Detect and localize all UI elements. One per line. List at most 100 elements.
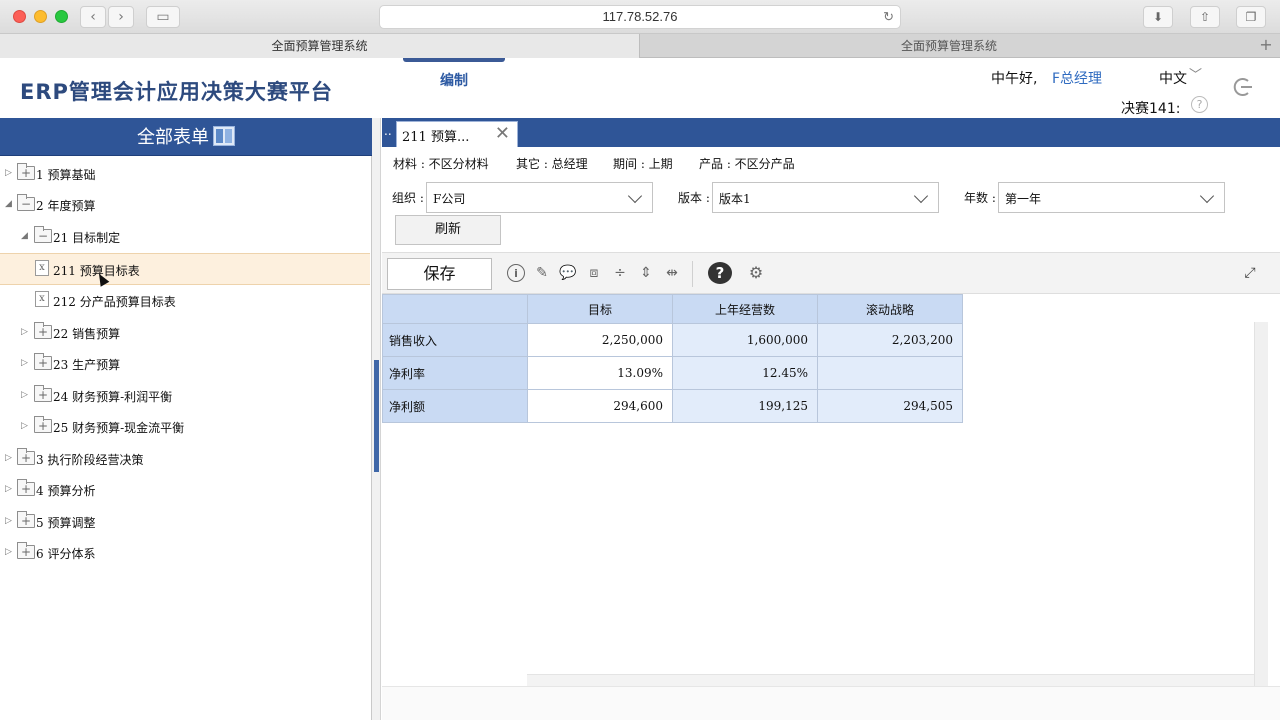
split-rows-icon[interactable]: ÷ <box>610 263 630 283</box>
pencil-icon[interactable]: ✎ <box>532 263 552 283</box>
tree-node-1[interactable]: ▷ + 1 预算基础 <box>0 158 370 190</box>
expand-icon[interactable]: ▷ <box>5 484 15 494</box>
refresh-button[interactable]: 刷新 <box>395 215 501 245</box>
table-cell[interactable] <box>817 356 963 390</box>
table-cell[interactable]: 2,250,000 <box>527 323 673 357</box>
logout-icon[interactable] <box>1232 76 1254 98</box>
tree-node-212[interactable]: x 212 分产品预算目标表 <box>0 285 370 317</box>
table-row: 净利额 294,600 199,125 294,505 <box>382 389 963 423</box>
insert-row-icon[interactable]: ⇕ <box>636 263 656 283</box>
table-cell[interactable]: 199,125 <box>672 389 818 423</box>
fullscreen-icon[interactable]: ⤢ <box>1242 265 1258 281</box>
expand-icon[interactable]: ▷ <box>5 547 15 557</box>
collapse-icon[interactable]: ◢ <box>5 199 15 209</box>
table-cell[interactable]: 1,600,000 <box>672 323 818 357</box>
column-header: 滚动战略 <box>817 294 963 324</box>
tree-node-label: 1 预算基础 <box>36 168 96 182</box>
table-cell[interactable]: 294,505 <box>817 389 963 423</box>
tab-overflow[interactable]: .. <box>384 124 392 138</box>
panel-tab-bar: .. 211 预算... ✕ <box>382 118 1280 147</box>
expand-icon[interactable]: ▷ <box>5 453 15 463</box>
nav-tab-edit[interactable]: 编制 <box>403 58 505 98</box>
comment-icon[interactable]: 💬 <box>558 263 578 283</box>
new-tab-icon[interactable]: + <box>1256 34 1276 56</box>
product-info: 产品 : 不区分产品 <box>699 157 795 171</box>
sidebar-toggle-icon[interactable]: ▭ <box>146 6 180 28</box>
table-cell[interactable]: 2,203,200 <box>817 323 963 357</box>
table-cell[interactable]: 13.09% <box>527 356 673 390</box>
close-icon[interactable]: ✕ <box>495 123 510 144</box>
address-bar[interactable]: 117.78.52.76 ↻ <box>379 5 901 29</box>
browser-tab-strip: 全面预算管理系统 全面预算管理系统 + <box>0 34 1280 58</box>
info-icon[interactable]: i <box>507 264 525 282</box>
insert-column-icon[interactable]: ⇹ <box>662 263 682 283</box>
back-icon[interactable]: ‹ <box>80 6 106 28</box>
share-icon[interactable]: ⇧ <box>1190 6 1220 28</box>
help-circle-icon[interactable]: ? <box>1191 96 1208 113</box>
version-select[interactable]: 版本1 <box>712 182 939 213</box>
tab-211[interactable]: 211 预算... ✕ <box>396 121 518 147</box>
save-button[interactable]: 保存 <box>387 258 492 290</box>
expand-icon[interactable]: ▷ <box>5 516 15 526</box>
settings-icon[interactable]: ⚙ <box>746 263 766 283</box>
tree-node-label: 22 销售预算 <box>53 327 121 341</box>
sidebar-header: 全部表单 <box>0 118 372 156</box>
horizontal-scrollbar[interactable] <box>527 674 1254 686</box>
language-selector[interactable]: 中文 <box>1159 68 1187 88</box>
splitter-grip[interactable] <box>374 360 379 472</box>
tree-node-label: 23 生产预算 <box>53 358 121 372</box>
year-label: 年数 : <box>964 191 996 205</box>
year-select[interactable]: 第一年 <box>998 182 1225 213</box>
tree-node-label: 5 预算调整 <box>36 516 96 530</box>
close-window-button[interactable] <box>13 10 26 23</box>
sidebar-splitter[interactable] <box>372 118 381 720</box>
reload-icon[interactable]: ↻ <box>883 6 894 28</box>
tree-node-2[interactable]: ◢ − 2 年度预算 <box>0 189 370 221</box>
forward-icon[interactable]: › <box>108 6 134 28</box>
expand-icon[interactable]: ▷ <box>5 168 15 178</box>
tabs-overview-icon[interactable]: ❐ <box>1236 6 1266 28</box>
table-cell[interactable]: 12.45% <box>672 356 818 390</box>
folder-icon: + <box>34 322 52 339</box>
column-header: 目标 <box>527 294 673 324</box>
address-text: 117.78.52.76 <box>602 9 678 24</box>
chevron-down-icon <box>1199 188 1215 204</box>
tree-node-5[interactable]: ▷ + 5 预算调整 <box>0 506 370 538</box>
tree-node-22[interactable]: ▷ + 22 销售预算 <box>0 317 370 349</box>
vertical-scrollbar[interactable] <box>1254 322 1268 686</box>
download-icon[interactable]: ⬇ <box>1143 6 1173 28</box>
box-icon[interactable]: ⧈ <box>584 263 604 283</box>
browser-tab-1[interactable]: 全面预算管理系统 <box>0 34 640 58</box>
tree-node-24[interactable]: ▷ + 24 财务预算-利润平衡 <box>0 380 370 412</box>
tree-node-3[interactable]: ▷ + 3 执行阶段经营决策 <box>0 443 370 475</box>
sidebar-title: 全部表单 <box>137 127 209 148</box>
layout-grid-icon[interactable] <box>213 126 235 146</box>
other-info: 其它 : 总经理 <box>516 157 588 171</box>
org-select[interactable]: F公司 <box>426 182 653 213</box>
expand-icon[interactable]: ▷ <box>21 358 31 368</box>
tree-node-23[interactable]: ▷ + 23 生产预算 <box>0 348 370 380</box>
expand-icon[interactable]: ▷ <box>21 390 31 400</box>
row-header: 销售收入 <box>382 323 528 357</box>
budget-sheet: 目标 上年经营数 滚动战略 销售收入 2,250,000 1,600,000 2… <box>382 294 1280 720</box>
collapse-icon[interactable]: ◢ <box>21 231 31 241</box>
budget-target-table: 目标 上年经营数 滚动战略 销售收入 2,250,000 1,600,000 2… <box>382 294 963 423</box>
tree-node-21[interactable]: ◢ − 21 目标制定 <box>0 221 370 253</box>
folder-icon: + <box>17 511 35 528</box>
tree-node-label: 25 财务预算-现金流平衡 <box>53 421 185 435</box>
tree-node-label: 4 预算分析 <box>36 484 96 498</box>
zoom-window-button[interactable] <box>55 10 68 23</box>
chevron-down-icon[interactable]: ﹀ <box>1189 64 1202 83</box>
browser-tab-2[interactable]: 全面预算管理系统 <box>641 34 1257 58</box>
table-cell[interactable]: 294,600 <box>527 389 673 423</box>
tree-node-4[interactable]: ▷ + 4 预算分析 <box>0 474 370 506</box>
expand-icon[interactable]: ▷ <box>21 327 31 337</box>
form-tree-sidebar: 全部表单 ▷ + 1 预算基础 ◢ − 2 年度预算 ◢ − 21 目标制定 x… <box>0 118 372 720</box>
tree-node-211-selected[interactable]: x 211 预算目标表 <box>0 253 370 285</box>
minimize-window-button[interactable] <box>34 10 47 23</box>
user-name-link[interactable]: F总经理 <box>1052 68 1102 88</box>
help-icon[interactable]: ? <box>708 262 732 284</box>
tree-node-25[interactable]: ▷ + 25 财务预算-现金流平衡 <box>0 411 370 443</box>
expand-icon[interactable]: ▷ <box>21 421 31 431</box>
tree-node-6[interactable]: ▷ + 6 评分体系 <box>0 537 370 569</box>
